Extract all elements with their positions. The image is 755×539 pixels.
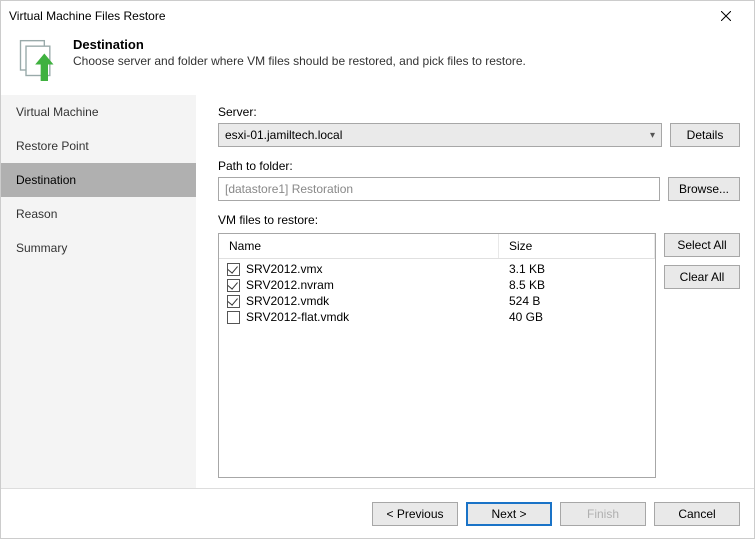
sidebar-item-restore-point[interactable]: Restore Point	[1, 129, 196, 163]
header-title: Destination	[73, 37, 740, 52]
path-value: [datastore1] Restoration	[225, 182, 353, 196]
file-row[interactable]: SRV2012.nvram 8.5 KB	[219, 277, 655, 293]
wizard-header: Destination Choose server and folder whe…	[1, 31, 754, 95]
close-icon	[721, 11, 731, 21]
file-name: SRV2012.vmx	[246, 262, 322, 276]
destination-icon	[15, 37, 59, 81]
file-row[interactable]: SRV2012.vmdk 524 B	[219, 293, 655, 309]
server-dropdown[interactable]: esxi-01.jamiltech.local ▾	[218, 123, 662, 147]
file-checkbox[interactable]	[227, 263, 240, 276]
sidebar-item-summary[interactable]: Summary	[1, 231, 196, 265]
file-name: SRV2012-flat.vmdk	[246, 310, 349, 324]
column-size[interactable]: Size	[499, 234, 655, 258]
wizard-sidebar: Virtual Machine Restore Point Destinatio…	[1, 95, 196, 488]
file-name: SRV2012.vmdk	[246, 294, 329, 308]
file-row[interactable]: SRV2012-flat.vmdk 40 GB	[219, 309, 655, 325]
window-title: Virtual Machine Files Restore	[9, 9, 706, 23]
file-size: 3.1 KB	[499, 262, 655, 276]
clear-all-button[interactable]: Clear All	[664, 265, 740, 289]
file-checkbox[interactable]	[227, 295, 240, 308]
file-row[interactable]: SRV2012.vmx 3.1 KB	[219, 261, 655, 277]
files-header: Name Size	[219, 234, 655, 259]
file-name: SRV2012.nvram	[246, 278, 334, 292]
sidebar-item-destination[interactable]: Destination	[1, 163, 196, 197]
wizard-footer: < Previous Next > Finish Cancel	[1, 488, 754, 538]
header-description: Choose server and folder where VM files …	[73, 54, 740, 68]
title-bar: Virtual Machine Files Restore	[1, 1, 754, 31]
sidebar-item-reason[interactable]: Reason	[1, 197, 196, 231]
cancel-button[interactable]: Cancel	[654, 502, 740, 526]
browse-button[interactable]: Browse...	[668, 177, 740, 201]
server-label: Server:	[218, 105, 740, 119]
files-list: Name Size SRV2012.vmx3.1 KBSRV2012.nvram…	[218, 233, 656, 478]
server-value: esxi-01.jamiltech.local	[225, 128, 342, 142]
select-all-button[interactable]: Select All	[664, 233, 740, 257]
path-input[interactable]: [datastore1] Restoration	[218, 177, 660, 201]
previous-button[interactable]: < Previous	[372, 502, 458, 526]
sidebar-item-virtual-machine[interactable]: Virtual Machine	[1, 95, 196, 129]
details-button[interactable]: Details	[670, 123, 740, 147]
file-size: 524 B	[499, 294, 655, 308]
file-size: 8.5 KB	[499, 278, 655, 292]
wizard-main: Server: esxi-01.jamiltech.local ▾ Detail…	[196, 95, 754, 488]
path-label: Path to folder:	[218, 159, 740, 173]
finish-button: Finish	[560, 502, 646, 526]
file-size: 40 GB	[499, 310, 655, 324]
wizard-window: Virtual Machine Files Restore Destinatio…	[0, 0, 755, 539]
next-button[interactable]: Next >	[466, 502, 552, 526]
file-checkbox[interactable]	[227, 279, 240, 292]
close-button[interactable]	[706, 2, 746, 30]
column-name[interactable]: Name	[219, 234, 499, 258]
file-checkbox[interactable]	[227, 311, 240, 324]
chevron-down-icon: ▾	[650, 130, 655, 141]
files-label: VM files to restore:	[218, 213, 740, 227]
